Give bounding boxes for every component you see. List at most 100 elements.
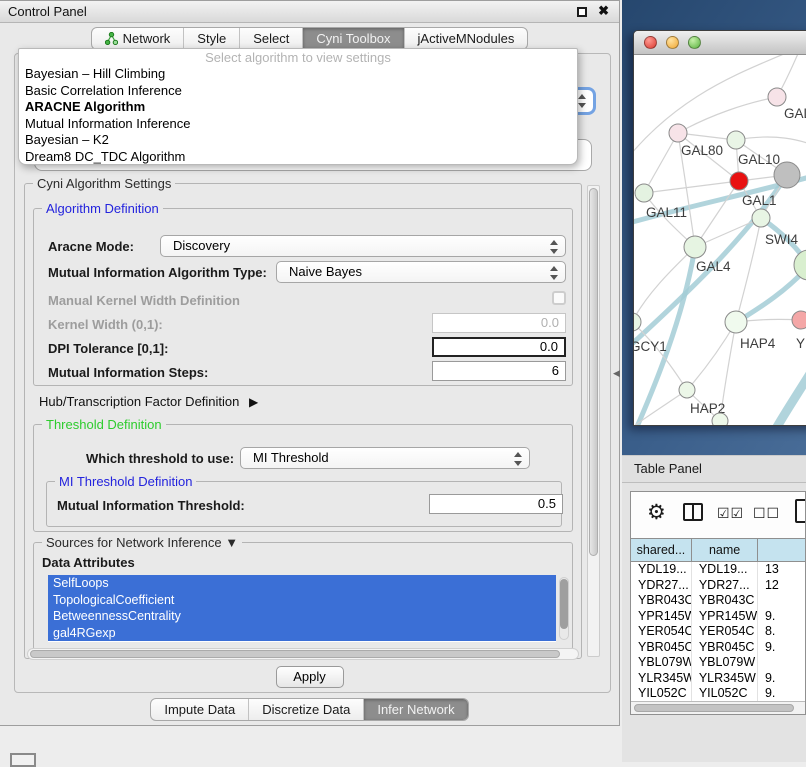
table-cell[interactable]: YER054C xyxy=(692,624,758,640)
settings-horizontal-scrollbar[interactable] xyxy=(27,648,579,660)
table-cell[interactable]: 9. xyxy=(758,640,805,656)
scrollbar-thumb[interactable] xyxy=(30,650,560,658)
node-gray[interactable] xyxy=(774,162,800,188)
table-cell[interactable]: YER054C xyxy=(631,624,692,640)
table-cell[interactable]: YDL19... xyxy=(692,562,758,578)
collapse-arrow-icon[interactable]: ▼ xyxy=(225,535,238,550)
network-window-titlebar[interactable] xyxy=(634,31,806,55)
scrollbar-thumb[interactable] xyxy=(634,704,794,712)
node-small-bottom[interactable] xyxy=(712,413,728,426)
data-attributes-list[interactable]: SelfLoopsTopologicalCoefficientBetweenne… xyxy=(48,575,556,642)
table-cell[interactable]: YIL052C xyxy=(692,686,758,702)
table-row[interactable]: YBR043CYBR043C xyxy=(631,593,805,609)
which-threshold-combobox[interactable]: MI Threshold xyxy=(240,447,530,469)
algorithm-option[interactable]: Dream8 DC_TDC Algorithm xyxy=(19,149,577,166)
table-cell[interactable]: 12 xyxy=(758,578,805,594)
table-cell[interactable]: 9. xyxy=(758,609,805,625)
deselect-all-icon[interactable]: ☐☐ xyxy=(753,505,780,522)
table-row[interactable]: YER054CYER054C8. xyxy=(631,624,805,640)
aracne-mode-combobox[interactable]: Discovery xyxy=(160,235,566,257)
table-cell[interactable]: YDL19... xyxy=(631,562,692,578)
attribute-list-item[interactable]: SelfLoops xyxy=(48,575,556,592)
network-view-window[interactable]: GALGAL80GAL10GAL1GAL11SWI4GAL4GCY1HAP4YH… xyxy=(633,30,806,426)
algorithm-option[interactable]: Mutual Information Inference xyxy=(19,116,577,133)
node-swi4[interactable] xyxy=(752,209,770,227)
table-cell[interactable]: YPR145W xyxy=(692,609,758,625)
table-row[interactable]: YBR045CYBR045C9. xyxy=(631,640,805,656)
floating-tool-icon[interactable] xyxy=(10,753,36,767)
apply-button[interactable]: Apply xyxy=(276,666,344,688)
scrollbar-thumb[interactable] xyxy=(560,579,568,629)
table-cell[interactable] xyxy=(758,593,805,609)
column-header-name[interactable]: name xyxy=(692,539,758,561)
table-row[interactable]: YLR345WYLR345W9. xyxy=(631,671,805,687)
table-cell[interactable] xyxy=(758,655,805,671)
tab-style[interactable]: Style xyxy=(184,28,240,49)
node-hap4[interactable] xyxy=(725,311,747,333)
settings-vertical-scrollbar[interactable] xyxy=(587,185,600,657)
node-gal1[interactable] xyxy=(730,172,748,190)
hub-definition-expander[interactable]: Hub/Transcription Factor Definition ▶ xyxy=(39,394,258,409)
settings-gear-icon[interactable]: ⚙ xyxy=(647,500,666,525)
table-cell[interactable]: YBR043C xyxy=(692,593,758,609)
float-window-icon[interactable] xyxy=(577,7,587,17)
panel-splitter-arrow-icon[interactable]: ◀ xyxy=(613,368,620,379)
node-hap2[interactable] xyxy=(679,382,695,398)
zoom-traffic-light-icon[interactable] xyxy=(688,36,701,49)
tab-jactivemnodules[interactable]: jActiveMNodules xyxy=(405,28,528,49)
attribute-list-item[interactable]: gal4RGexp xyxy=(48,625,556,642)
table-cell[interactable]: YLR345W xyxy=(631,671,692,687)
attributes-list-scrollbar[interactable] xyxy=(559,577,569,640)
column-header-shared-name[interactable]: shared... xyxy=(631,539,692,561)
attribute-list-item[interactable]: TopologicalCoefficient xyxy=(48,592,556,609)
attribute-list-item[interactable]: BetweennessCentrality xyxy=(48,608,556,625)
table-cell[interactable]: YBL079W xyxy=(631,655,692,671)
mi-threshold-field[interactable]: 0.5 xyxy=(429,494,563,514)
mi-steps-field[interactable]: 6 xyxy=(432,361,566,381)
algorithm-option[interactable]: ARACNE Algorithm xyxy=(19,99,577,116)
table-cell[interactable]: YDR27... xyxy=(631,578,692,594)
table-cell[interactable]: YBR043C xyxy=(631,593,692,609)
algorithm-option[interactable]: Bayesian – K2 xyxy=(19,132,577,149)
table-cell[interactable]: YPR145W xyxy=(631,609,692,625)
mi-type-combobox[interactable]: Naive Bayes xyxy=(276,261,566,283)
table-cell[interactable]: YBL079W xyxy=(692,655,758,671)
algorithm-option[interactable]: Basic Correlation Inference xyxy=(19,83,577,100)
close-icon[interactable]: ✖ xyxy=(598,3,609,19)
table-cell[interactable]: YLR345W xyxy=(692,671,758,687)
table-row[interactable]: YDL19...YDL19...13 xyxy=(631,562,805,578)
node-gal4[interactable] xyxy=(684,236,706,258)
node-pink-right[interactable] xyxy=(792,311,806,329)
table-cell[interactable]: YBR045C xyxy=(631,640,692,656)
tab-impute-data[interactable]: Impute Data xyxy=(151,699,249,720)
network-canvas[interactable]: GALGAL80GAL10GAL1GAL11SWI4GAL4GCY1HAP4YH… xyxy=(634,55,806,426)
table-cell[interactable]: YDR27... xyxy=(692,578,758,594)
table-cell[interactable]: 9. xyxy=(758,671,805,687)
table-row[interactable]: YDR27...YDR27...12 xyxy=(631,578,805,594)
scrollbar-thumb[interactable] xyxy=(589,188,598,556)
node-gal11[interactable] xyxy=(635,184,653,202)
table-cell[interactable]: 8. xyxy=(758,624,805,640)
table-cell[interactable]: 13 xyxy=(758,562,805,578)
tab-select[interactable]: Select xyxy=(240,28,303,49)
new-table-icon[interactable] xyxy=(795,499,806,523)
node-gal10[interactable] xyxy=(727,131,745,149)
table-cell[interactable]: 9. xyxy=(758,686,805,702)
table-horizontal-scrollbar[interactable] xyxy=(631,701,805,714)
table-row[interactable]: YIL052CYIL052C9. xyxy=(631,686,805,702)
node-gal-pink[interactable] xyxy=(768,88,786,106)
minimize-traffic-light-icon[interactable] xyxy=(666,36,679,49)
column-header-partial[interactable] xyxy=(758,539,805,561)
tab-infer-network[interactable]: Infer Network xyxy=(364,699,467,720)
column-layout-icon[interactable] xyxy=(683,503,703,521)
node-big-green[interactable] xyxy=(794,250,806,280)
tab-cyni-toolbox[interactable]: Cyni Toolbox xyxy=(303,28,404,49)
table-row[interactable]: YPR145WYPR145W9. xyxy=(631,609,805,625)
tab-network[interactable]: Network xyxy=(92,28,185,49)
algorithm-option[interactable]: Bayesian – Hill Climbing xyxy=(19,66,577,83)
table-cell[interactable]: YBR045C xyxy=(692,640,758,656)
manual-kernel-checkbox[interactable] xyxy=(552,291,566,305)
node-gcy1[interactable] xyxy=(634,313,641,331)
close-traffic-light-icon[interactable] xyxy=(644,36,657,49)
node-gal80[interactable] xyxy=(669,124,687,142)
